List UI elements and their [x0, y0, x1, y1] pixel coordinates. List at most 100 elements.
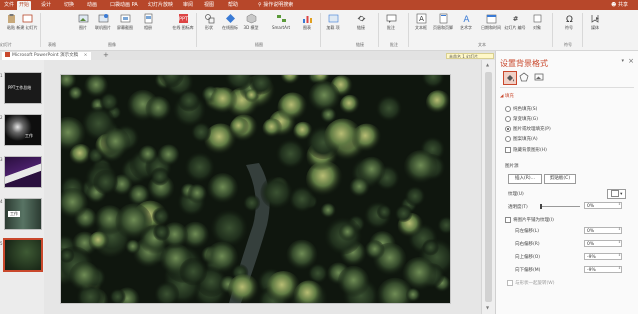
offset-right-input[interactable]: 0% — [584, 240, 622, 247]
media-button[interactable]: 媒体 — [584, 13, 606, 30]
slide-thumbnail-1[interactable]: PPT工作总结 — [4, 72, 42, 104]
tab-transitions[interactable]: 切换 — [62, 1, 76, 10]
tree-crown — [308, 80, 340, 113]
3d-model-button[interactable]: 3D 模型 — [240, 13, 262, 30]
share-button[interactable]: ☻ 共享 — [611, 1, 628, 10]
transparency-label: 透明度(T) — [508, 205, 528, 210]
tab-design[interactable]: 设计 — [39, 1, 53, 10]
group-images: 图像 — [108, 42, 116, 47]
spinner-icon[interactable]: ⇕ — [618, 227, 621, 231]
forest-aerial-image — [61, 75, 450, 303]
online-icons-button[interactable]: PPT 在线 图标库 — [172, 13, 194, 30]
slide-thumbnail-5[interactable] — [3, 238, 43, 272]
spinner-icon[interactable]: ⇕ — [618, 240, 621, 244]
offset-top-input[interactable]: -9% — [584, 253, 622, 260]
transparency-input[interactable]: 0% — [584, 202, 622, 209]
slide-thumbnail-3[interactable] — [4, 156, 42, 188]
spinner-icon[interactable]: ⇕ — [618, 202, 621, 206]
tree-crown — [426, 90, 450, 115]
ribbon: 粘贴 新建 幻灯片 图片 联机图片 屏幕截图 相册 PPT 在线 图标库 形状 … — [0, 10, 638, 51]
ribbon-divider — [582, 13, 583, 47]
transparency-slider[interactable] — [540, 204, 580, 209]
screenshot-button[interactable]: 屏幕截图 — [114, 13, 136, 30]
textbox-button[interactable]: A 文本框 — [410, 13, 432, 30]
symbol-button[interactable]: Ω 符号 — [558, 13, 580, 30]
solid-fill-radio[interactable] — [505, 106, 511, 112]
current-slide[interactable] — [60, 74, 451, 304]
icons-button[interactable]: 在线图标 — [219, 13, 241, 30]
comment-label: 批注 — [387, 25, 395, 30]
tree-crown — [138, 145, 158, 165]
tile-picture-checkbox[interactable] — [505, 217, 511, 223]
format-background-pane: 设置背景格式 ▾ × ◢ 填充 纯色填充(S) 渐变填充(G) 图片或纹理填充(… — [495, 51, 638, 314]
pattern-fill-radio[interactable] — [505, 136, 511, 142]
link-button[interactable]: 链接 — [350, 13, 372, 30]
tab-review[interactable]: 审阅 — [181, 1, 195, 10]
picture-tab[interactable] — [533, 71, 545, 83]
fill-section-header[interactable]: ◢ 填充 — [500, 93, 514, 99]
online-picture-button[interactable]: 联机图片 — [92, 13, 114, 30]
tab-home[interactable]: 开始 — [17, 1, 32, 10]
tab-file[interactable]: 文件 — [2, 1, 16, 10]
chart-button[interactable]: 图表 — [296, 13, 318, 30]
group-illustrations: 插图 — [255, 42, 263, 47]
spinner-icon[interactable]: ⇕ — [618, 266, 621, 270]
thumb-number: 4 — [0, 199, 3, 204]
addins-button[interactable]: 加载 项 — [322, 13, 344, 30]
new-slide-button[interactable]: 新建 幻灯片 — [16, 13, 38, 30]
wordart-label: 艺术字 — [460, 25, 472, 30]
tab-pocket-animation[interactable]: 口袋动画 PA — [108, 1, 140, 10]
tab-animations[interactable]: 动画 — [85, 1, 99, 10]
shapes-button[interactable]: 形状 — [198, 13, 220, 30]
close-icon[interactable]: × — [628, 57, 634, 65]
tab-view[interactable]: 视图 — [202, 1, 216, 10]
datetime-label: 日期和时间 — [481, 25, 501, 30]
tree-crown — [277, 92, 308, 123]
fill-tab[interactable] — [503, 71, 517, 85]
object-button[interactable]: 对象 — [526, 13, 548, 30]
wordart-button[interactable]: A 艺术字 — [455, 13, 477, 30]
datetime-button[interactable]: 日期和时间 — [480, 13, 502, 30]
slide-number-button[interactable]: # 幻灯片 编号 — [504, 13, 526, 30]
smartart-button[interactable]: SmartArt — [267, 13, 295, 30]
solid-fill-label: 纯色填充(S) — [513, 107, 538, 112]
offset-bottom-input[interactable]: -9% — [584, 266, 622, 273]
texture-label: 纹理(U) — [508, 192, 524, 197]
ribbon-divider — [40, 13, 41, 47]
scroll-thumb[interactable] — [485, 72, 492, 302]
offset-left-input[interactable]: 0% — [584, 227, 622, 234]
slide-thumbnail-4[interactable]: 工作 — [4, 198, 42, 230]
transparency-slider-handle[interactable] — [540, 204, 542, 209]
album-button[interactable]: 相册 — [137, 13, 159, 30]
gradient-fill-radio[interactable] — [505, 116, 511, 122]
picture-icon — [534, 73, 544, 81]
picture-button[interactable]: 图片 — [72, 13, 94, 30]
scroll-down-icon[interactable]: ▼ — [486, 305, 489, 310]
header-footer-button[interactable]: 页眉和页脚 — [432, 13, 454, 30]
tab-slideshow[interactable]: 幻灯片放映 — [146, 1, 175, 10]
comment-button[interactable]: 批注 — [380, 13, 402, 30]
svg-text:A: A — [419, 15, 424, 23]
tell-me-search[interactable]: ⚲ 操作说明搜索 — [258, 1, 293, 10]
spinner-icon[interactable]: ⇕ — [618, 253, 621, 257]
pane-options-chevron-icon[interactable]: ▾ — [621, 58, 624, 64]
scroll-up-icon[interactable]: ▲ — [486, 62, 489, 67]
document-tab[interactable]: Microsoft PowerPoint 演示文稿 × — [2, 52, 92, 60]
new-slide-label: 新建 幻灯片 — [16, 25, 38, 30]
rotate-with-shape-checkbox[interactable] — [507, 280, 513, 286]
hide-background-graphics-checkbox[interactable] — [505, 147, 511, 153]
ribbon-divider — [552, 13, 553, 47]
clipboard-button[interactable]: 剪贴板(C) — [544, 174, 576, 184]
insert-picture-button[interactable]: 插入(R)... — [508, 174, 542, 184]
tree-crown — [210, 209, 248, 247]
tree-crown — [338, 224, 357, 242]
texture-dropdown[interactable]: ▾ — [607, 189, 626, 199]
new-tab-icon[interactable]: + — [103, 51, 109, 60]
picture-fill-radio[interactable] — [505, 126, 511, 132]
close-tab-icon[interactable]: × — [84, 53, 88, 58]
slide-thumbnail-2[interactable]: 工作 — [4, 114, 42, 146]
effects-tab[interactable] — [518, 71, 530, 83]
tab-help[interactable]: 帮助 — [226, 1, 240, 10]
vertical-scrollbar[interactable]: ▲ ▼ — [481, 60, 496, 314]
tree-crown — [402, 257, 437, 291]
